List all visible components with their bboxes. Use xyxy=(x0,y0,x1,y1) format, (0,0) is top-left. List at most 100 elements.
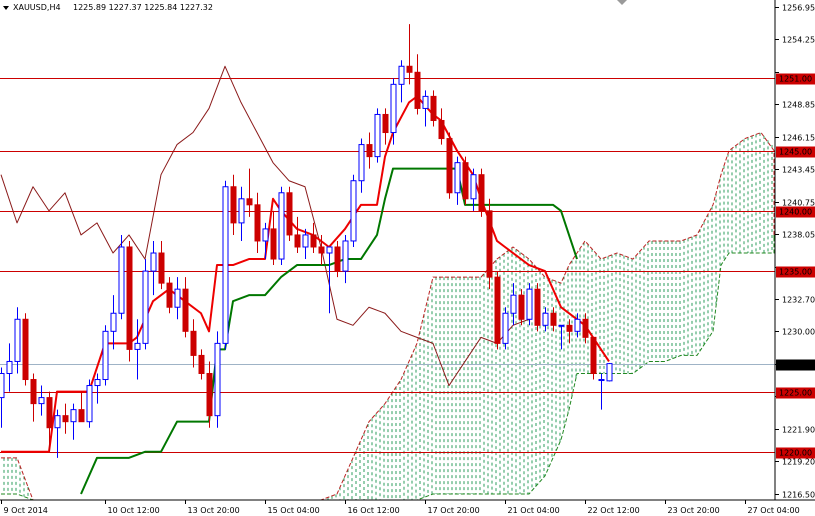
candle-body xyxy=(558,324,565,327)
candle-body xyxy=(158,252,165,284)
candle-body xyxy=(334,246,341,272)
ichimoku-chart-svg: 1256.95 1254.25 1248.85 1246.15 1243.45 1240.… xyxy=(0,0,815,516)
candle-body xyxy=(198,354,205,374)
candle-body xyxy=(382,113,389,134)
time-tick-label: 15 Oct 04:00 xyxy=(268,506,320,515)
price-tick-label: 1243.45 xyxy=(782,166,815,175)
price-tick-label: 1221.90 xyxy=(782,426,815,435)
candle-body xyxy=(582,318,589,338)
candle-body xyxy=(430,95,437,121)
candle-body xyxy=(350,180,357,242)
candle-body xyxy=(438,119,445,140)
candle-body xyxy=(222,186,229,344)
time-tick-label: 23 Oct 20:00 xyxy=(668,506,720,515)
price-tick-label: 1256.95 xyxy=(782,4,815,13)
candle-body xyxy=(30,379,37,405)
time-tick-label: 10 Oct 12:00 xyxy=(108,506,160,515)
candle-body xyxy=(126,246,133,350)
candle-body xyxy=(270,228,277,260)
candle-body xyxy=(358,144,365,182)
price-tick-label: 1246.15 xyxy=(782,134,815,143)
symbol-label: XAUUSD,H4 xyxy=(13,3,61,12)
candle-body xyxy=(70,409,77,423)
candle-body xyxy=(110,312,117,332)
candle-body xyxy=(518,294,525,320)
candle-body xyxy=(574,318,581,332)
candle-body xyxy=(254,204,261,242)
level-label: 1220.00 xyxy=(779,449,812,458)
candle-body xyxy=(54,415,61,429)
candle-body xyxy=(414,71,421,109)
candle-body xyxy=(46,397,53,429)
candle-body xyxy=(342,240,349,272)
candle-body xyxy=(190,330,197,356)
candle-body xyxy=(278,192,285,260)
price-tick-label: 1219.20 xyxy=(782,458,815,467)
candle-body xyxy=(286,192,293,236)
candle-body xyxy=(566,324,573,332)
candle-body xyxy=(478,174,485,212)
candle-body xyxy=(318,246,325,254)
candle-body xyxy=(542,312,549,326)
time-tick-label: 9 Oct 2014 xyxy=(4,506,48,515)
candle-body xyxy=(398,65,405,85)
candle-body xyxy=(230,186,237,224)
candle-body xyxy=(598,379,605,382)
candle-body xyxy=(302,234,309,248)
candle-body xyxy=(446,138,453,194)
time-tick-label: 16 Oct 12:00 xyxy=(348,506,400,515)
price-tick-label: 1248.85 xyxy=(782,101,815,110)
candle-body xyxy=(94,379,101,387)
candle-body xyxy=(422,95,429,109)
candle-body xyxy=(294,234,301,248)
level-label: 1225.00 xyxy=(779,389,812,398)
candle-body xyxy=(374,113,381,158)
candle-body xyxy=(526,288,533,320)
time-tick-label: 17 Oct 20:00 xyxy=(428,506,480,515)
candle-body xyxy=(118,246,125,314)
candle-body xyxy=(534,288,541,326)
candle-body xyxy=(166,282,173,308)
price-tick-label: 1240.75 xyxy=(782,199,815,208)
level-label: 1251.00 xyxy=(779,75,812,84)
candle-body xyxy=(310,234,317,248)
candle-body xyxy=(214,342,221,417)
candle-body xyxy=(606,363,613,382)
level-label: 1240.00 xyxy=(779,208,812,217)
chart-header: XAUUSD,H4 1225.89 1227.37 1225.84 1227.3… xyxy=(3,3,213,12)
chart: 1256.95 1254.25 1248.85 1246.15 1243.45 1240.… xyxy=(0,0,815,516)
candle-body xyxy=(62,415,69,423)
candle-body xyxy=(262,228,269,242)
candle-body xyxy=(238,198,245,224)
candle-body xyxy=(142,270,149,344)
candle-body xyxy=(174,288,181,308)
time-tick-label: 21 Oct 04:00 xyxy=(508,506,560,515)
candle-body xyxy=(246,198,253,206)
candle-body xyxy=(486,210,493,278)
candle-body xyxy=(502,312,509,344)
candle-body xyxy=(470,174,477,200)
candle-body xyxy=(206,372,213,417)
candle-body xyxy=(38,397,45,405)
candle-body xyxy=(86,385,93,423)
candle-body xyxy=(510,294,517,314)
candle-body xyxy=(134,342,141,350)
candle-body xyxy=(494,276,501,344)
price-tick-label: 1230.00 xyxy=(782,328,815,337)
candle-body xyxy=(462,162,469,200)
level-label: 1235.00 xyxy=(779,268,812,277)
price-tick-label: 1232.70 xyxy=(782,296,815,305)
candle-body xyxy=(102,330,109,381)
candle-body xyxy=(6,360,13,374)
candle-body xyxy=(326,246,333,254)
candle-body xyxy=(0,372,5,399)
candle-body xyxy=(78,409,85,423)
price-tick-label: 1254.25 xyxy=(782,36,815,45)
ohlc-values: 1225.89 1227.37 1225.84 1227.32 xyxy=(73,3,213,12)
candle-body xyxy=(406,65,413,73)
price-tick-label: 1238.05 xyxy=(782,231,815,240)
candle-body xyxy=(550,312,557,326)
candle-body xyxy=(590,336,597,374)
candle-body xyxy=(390,83,397,134)
current-price-label: 1227.32 xyxy=(779,361,812,370)
